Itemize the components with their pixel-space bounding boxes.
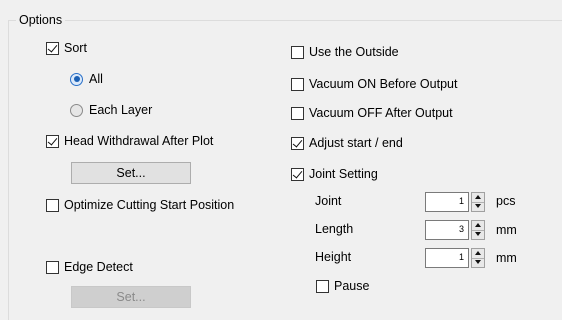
edge-detect-checkbox[interactable]: Edge Detect	[46, 258, 133, 276]
use-outside-checkbox-box[interactable]	[291, 45, 304, 59]
head-withdrawal-checkbox[interactable]: Head Withdrawal After Plot	[46, 132, 213, 150]
joint-spin-down-icon[interactable]	[472, 202, 484, 211]
joint-setting-checkbox-box[interactable]	[291, 167, 304, 181]
length-spin-down-icon[interactable]	[472, 230, 484, 239]
options-group-title: Options	[16, 13, 66, 27]
radio-all-label: All	[89, 72, 103, 86]
height-unit: mm	[496, 251, 517, 265]
set-button-edge-detect[interactable]: Set...	[71, 286, 191, 308]
joint-setting-label: Joint Setting	[309, 167, 378, 181]
edge-detect-label: Edge Detect	[64, 260, 133, 274]
radio-all-button[interactable]	[70, 72, 83, 86]
joint-unit: pcs	[496, 194, 516, 208]
use-outside-checkbox[interactable]: Use the Outside	[291, 43, 399, 61]
sort-label: Sort	[64, 41, 87, 55]
head-withdrawal-label: Head Withdrawal After Plot	[64, 134, 214, 148]
head-withdrawal-checkbox-box[interactable]	[46, 134, 59, 148]
length-unit: mm	[496, 223, 517, 237]
vacuum-off-label: Vacuum OFF After Output	[309, 106, 453, 120]
edge-detect-checkbox-box[interactable]	[46, 260, 59, 274]
adjust-start-end-checkbox-box[interactable]	[291, 136, 304, 150]
height-spin-down-icon[interactable]	[472, 258, 484, 267]
radio-each-layer-button[interactable]	[70, 103, 83, 117]
height-input[interactable]: 1	[425, 248, 469, 268]
joint-setting-checkbox[interactable]: Joint Setting	[291, 165, 378, 183]
vacuum-off-checkbox[interactable]: Vacuum OFF After Output	[291, 104, 453, 122]
vacuum-on-label: Vacuum ON Before Output	[309, 77, 458, 91]
optimize-start-checkbox-box[interactable]	[46, 198, 59, 212]
length-spinner[interactable]	[471, 220, 485, 240]
joint-spinner[interactable]	[471, 192, 485, 212]
vacuum-on-checkbox-box[interactable]	[291, 77, 304, 91]
vacuum-off-checkbox-box[interactable]	[291, 106, 304, 120]
optimize-start-checkbox[interactable]: Optimize Cutting Start Position	[46, 196, 234, 214]
vacuum-on-checkbox[interactable]: Vacuum ON Before Output	[291, 75, 457, 93]
optimize-start-label: Optimize Cutting Start Position	[64, 198, 235, 212]
adjust-start-end-checkbox[interactable]: Adjust start / end	[291, 134, 403, 152]
joint-label: Joint	[315, 194, 342, 208]
length-label: Length	[315, 222, 354, 236]
radio-each-layer-label: Each Layer	[89, 103, 153, 117]
use-outside-label: Use the Outside	[309, 45, 399, 59]
set-button-head-withdrawal[interactable]: Set...	[71, 162, 191, 184]
pause-checkbox[interactable]: Pause	[316, 277, 369, 295]
radio-each-layer[interactable]: Each Layer	[70, 101, 152, 119]
pause-checkbox-box[interactable]	[316, 279, 329, 293]
height-label: Height	[315, 250, 352, 264]
height-spinner[interactable]	[471, 248, 485, 268]
sort-checkbox[interactable]: Sort	[46, 39, 87, 57]
length-input[interactable]: 3	[425, 220, 469, 240]
sort-checkbox-box[interactable]	[46, 41, 59, 55]
adjust-start-end-label: Adjust start / end	[309, 136, 403, 150]
radio-all[interactable]: All	[70, 70, 103, 88]
joint-input[interactable]: 1	[425, 192, 469, 212]
pause-label: Pause	[334, 279, 370, 293]
